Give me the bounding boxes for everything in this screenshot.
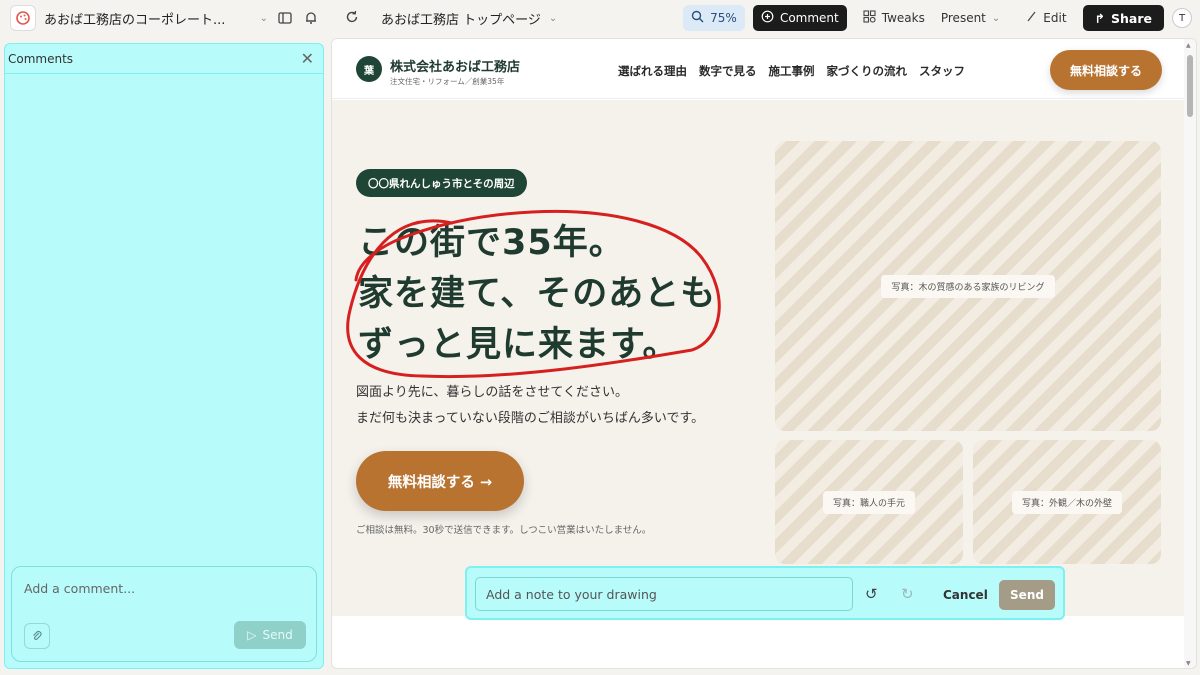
canvas-scrollbar[interactable]: ▲ ▼ xyxy=(1184,39,1196,668)
send-icon: ▷ xyxy=(247,628,257,642)
edit-label: Edit xyxy=(1043,11,1067,25)
brand: 株式会社あおば工務店 注文住宅・リフォーム／創業35年 xyxy=(390,56,520,87)
comments-title: Comments xyxy=(8,51,74,66)
photo-label: 写真：木の質感のある家族のリビング xyxy=(881,274,1055,298)
paperclip-icon xyxy=(31,627,43,646)
brand-name: 株式会社あおば工務店 xyxy=(390,60,521,75)
nav-item-numbers[interactable]: 数字で見る xyxy=(699,63,757,79)
close-icon[interactable]: ✕ xyxy=(295,49,320,68)
photo-label: 写真：外観／木の外壁 xyxy=(1011,490,1122,514)
tweaks-icon xyxy=(863,10,876,26)
zoom-control[interactable]: 75% xyxy=(682,5,745,31)
edit-button[interactable]: Edit xyxy=(1026,11,1067,25)
hero-note: ご相談は無料。30秒で送信できます。しつこい営業はいたしません。 xyxy=(356,525,652,536)
attach-button[interactable] xyxy=(24,623,50,649)
area-tag: 〇〇県れんしゅう市とその周辺 xyxy=(356,169,527,197)
app-logo-icon[interactable] xyxy=(10,5,36,31)
chevron-down-icon[interactable]: ⌄ xyxy=(260,13,268,24)
scroll-thumb[interactable] xyxy=(1187,55,1193,117)
pencil-icon xyxy=(1026,11,1037,25)
brand-subtitle: 注文住宅・リフォーム／創業35年 xyxy=(390,77,505,86)
sidebar-toggle-icon[interactable] xyxy=(276,9,294,27)
photo-label: 写真：職人の手元 xyxy=(822,490,915,514)
site-logo[interactable]: 葉 xyxy=(356,56,382,82)
nav-item-works[interactable]: 施工事例 xyxy=(769,63,815,79)
hero-headline: この街で35年。 家を建て、そのあとも ずっと見に来ます。 xyxy=(358,218,716,371)
undo-icon[interactable]: ↺ xyxy=(865,585,878,603)
add-comment-icon xyxy=(761,10,774,26)
chevron-down-icon: ⌄ xyxy=(991,12,1001,24)
hero-section: 〇〇県れんしゅう市とその周辺 この街で35年。 家を建て、そのあとも ずっと見に… xyxy=(332,100,1184,616)
tweaks-button[interactable]: Tweaks xyxy=(863,10,925,26)
headline-line: 家を建て、そのあとも xyxy=(358,274,717,314)
page-name[interactable]: あおば工務店 トップページ xyxy=(381,9,541,28)
cancel-button[interactable]: Cancel xyxy=(943,588,988,602)
share-button[interactable]: ↱ Share xyxy=(1082,5,1164,31)
hero-lead: 図面より先に、暮らしの話をさせてください。 まだ何も決まっていない段階のご相談が… xyxy=(356,380,704,432)
nav-item-flow[interactable]: 家づくりの流れ xyxy=(827,63,908,79)
share-label: Share xyxy=(1111,10,1152,26)
comment-composer: ▷ Send xyxy=(11,566,317,662)
drawing-send-button[interactable]: Send xyxy=(999,580,1055,610)
redo-icon[interactable]: ↻ xyxy=(901,585,914,603)
nav-item-staff[interactable]: スタッフ xyxy=(919,63,965,79)
site-header: 葉 株式会社あおば工務店 注文住宅・リフォーム／創業35年 選ばれる理由 数字で… xyxy=(332,39,1184,99)
site-nav: 選ばれる理由 数字で見る 施工事例 家づくりの流れ スタッフ xyxy=(618,63,965,79)
photo-placeholder-living: 写真：木の質感のある家族のリビング xyxy=(775,141,1161,431)
editor-toolbar: あおば工務店 トップページ ⌄ 75% Comment Tweaks Prese… xyxy=(331,0,1200,36)
zoom-level: 75% xyxy=(710,11,737,25)
lead-line: まだ何も決まっていない段階のご相談がいちばん多いです。 xyxy=(356,411,705,426)
notification-bell-icon[interactable] xyxy=(302,9,320,27)
nav-item-reasons[interactable]: 選ばれる理由 xyxy=(618,63,687,79)
comment-input[interactable] xyxy=(24,581,304,596)
drawing-note-bar: ↺ ↻ Cancel Send xyxy=(465,566,1065,620)
refresh-icon[interactable] xyxy=(345,9,363,28)
header-cta-button[interactable]: 無料相談する xyxy=(1050,50,1162,90)
headline-line: この街で35年。 xyxy=(358,223,625,263)
scroll-up-icon[interactable]: ▲ xyxy=(1186,42,1191,49)
drawing-note-input[interactable] xyxy=(475,577,853,611)
scroll-down-icon[interactable]: ▼ xyxy=(1186,660,1191,667)
headline-line: ずっと見に来ます。 xyxy=(358,325,679,365)
comments-header: Comments ✕ xyxy=(5,44,323,74)
photo-placeholder-exterior: 写真：外観／木の外壁 xyxy=(973,440,1161,564)
send-label: Send xyxy=(262,628,293,642)
share-arrow-icon: ↱ xyxy=(1094,10,1106,26)
chevron-down-icon[interactable]: ⌄ xyxy=(549,13,557,24)
hero-cta-button[interactable]: 無料相談する → xyxy=(356,451,524,511)
comment-button[interactable]: Comment xyxy=(752,5,847,31)
left-top-bar: あおば工務店のコーポレート... ⌄ xyxy=(0,0,330,36)
comment-button-label: Comment xyxy=(779,11,839,25)
lead-line: 図面より先に、暮らしの話をさせてください。 xyxy=(356,385,628,400)
photo-placeholder-craftsman: 写真：職人の手元 xyxy=(775,440,963,564)
project-title[interactable]: あおば工務店のコーポレート... xyxy=(44,9,252,28)
comments-panel: Comments ✕ ▷ Send xyxy=(4,43,324,669)
avatar[interactable]: T xyxy=(1172,8,1192,28)
search-icon xyxy=(691,10,704,26)
present-button[interactable]: Present ⌄ xyxy=(941,11,1000,25)
comment-send-button[interactable]: ▷ Send xyxy=(234,621,306,649)
tweaks-label: Tweaks xyxy=(881,11,925,25)
present-label: Present xyxy=(940,11,986,25)
